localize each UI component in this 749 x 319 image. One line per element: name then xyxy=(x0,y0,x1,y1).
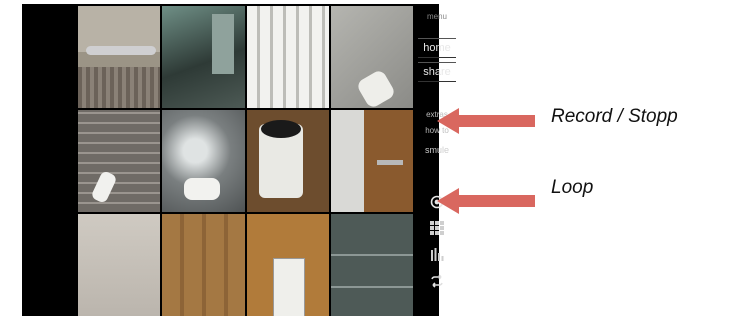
record-stopp-caption: Record / Stopp xyxy=(551,106,678,127)
video-tile[interactable] xyxy=(162,214,245,316)
loop-arrow xyxy=(437,188,535,214)
bars-icon xyxy=(431,248,444,261)
loop-icon xyxy=(431,274,443,288)
video-tile[interactable] xyxy=(246,110,329,212)
grid-view-button[interactable] xyxy=(428,219,446,237)
smule-logo: smule xyxy=(424,145,449,155)
home-button[interactable]: home xyxy=(418,38,456,58)
menu-label: menu xyxy=(426,12,447,21)
video-tile[interactable] xyxy=(330,110,413,212)
loop-button[interactable] xyxy=(428,272,446,290)
video-tile[interactable] xyxy=(162,110,245,212)
video-tile[interactable] xyxy=(78,6,161,108)
video-tile[interactable] xyxy=(246,6,329,108)
video-tile[interactable] xyxy=(78,214,161,316)
sidebar-menu: menu home share extras how to smule xyxy=(414,4,464,316)
video-tile[interactable] xyxy=(78,110,161,212)
video-grid xyxy=(78,6,413,316)
app-screen: menu home share extras how to smule xyxy=(22,4,456,316)
share-button[interactable]: share xyxy=(418,62,456,82)
video-tile[interactable] xyxy=(330,6,413,108)
video-tile[interactable] xyxy=(246,214,329,316)
video-tile[interactable] xyxy=(330,214,413,316)
video-tile[interactable] xyxy=(162,6,245,108)
mixer-button[interactable] xyxy=(428,245,446,263)
record-arrow xyxy=(437,108,535,134)
grid-icon xyxy=(430,221,444,235)
loop-caption: Loop xyxy=(551,177,594,198)
